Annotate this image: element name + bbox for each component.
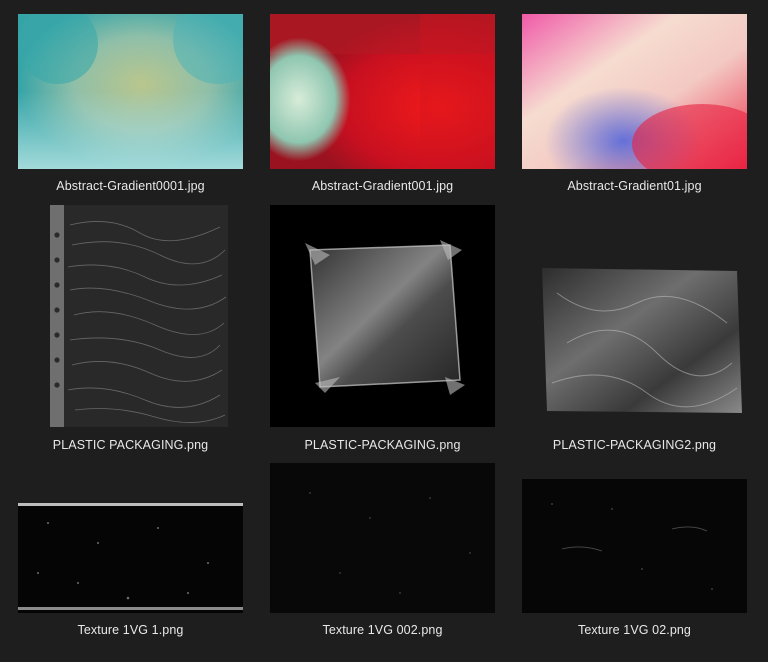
image-thumbnail xyxy=(522,479,747,613)
image-thumbnail xyxy=(50,205,228,427)
file-name-label: Texture 1VG 02.png xyxy=(578,623,691,637)
file-tile-plastic-packaging2[interactable]: PLASTIC-PACKAGING2.png xyxy=(522,205,747,455)
image-thumbnail xyxy=(270,463,495,613)
file-name-label: PLASTIC-PACKAGING.png xyxy=(304,438,461,452)
file-name-label: PLASTIC PACKAGING.png xyxy=(52,438,209,452)
image-thumbnail xyxy=(270,14,495,169)
file-tile-plastic-packaging-dash[interactable]: PLASTIC-PACKAGING.png xyxy=(270,205,495,455)
image-thumbnail xyxy=(18,503,243,613)
file-tile-texture-1vg-02[interactable]: Texture 1VG 02.png xyxy=(522,463,747,643)
image-thumbnail xyxy=(270,205,495,427)
image-thumbnail xyxy=(522,14,747,169)
file-name-label: PLASTIC-PACKAGING2.png xyxy=(552,438,717,452)
file-tile-abstract-gradient01[interactable]: Abstract-Gradient01.jpg xyxy=(522,14,747,199)
file-name-label: Texture 1VG 1.png xyxy=(77,623,184,637)
file-name-label: Abstract-Gradient0001.jpg xyxy=(56,179,205,193)
file-tile-texture-1vg-002[interactable]: Texture 1VG 002.png xyxy=(270,463,495,643)
image-thumbnail xyxy=(18,14,243,169)
file-name-label: Abstract-Gradient001.jpg xyxy=(311,179,454,193)
file-tile-texture-1vg-1[interactable]: Texture 1VG 1.png xyxy=(18,463,243,643)
image-thumbnail xyxy=(537,263,747,418)
file-tile-abstract-gradient0001[interactable]: Abstract-Gradient0001.jpg xyxy=(18,14,243,199)
file-name-label: Texture 1VG 002.png xyxy=(322,623,443,637)
file-browser-grid-view: { "files": [ {"name": "Abstract-Gradient… xyxy=(0,0,768,662)
file-tile-plastic-packaging[interactable]: PLASTIC PACKAGING.png xyxy=(18,205,243,455)
file-name-label: Abstract-Gradient01.jpg xyxy=(567,179,702,193)
file-tile-abstract-gradient001[interactable]: Abstract-Gradient001.jpg xyxy=(270,14,495,199)
